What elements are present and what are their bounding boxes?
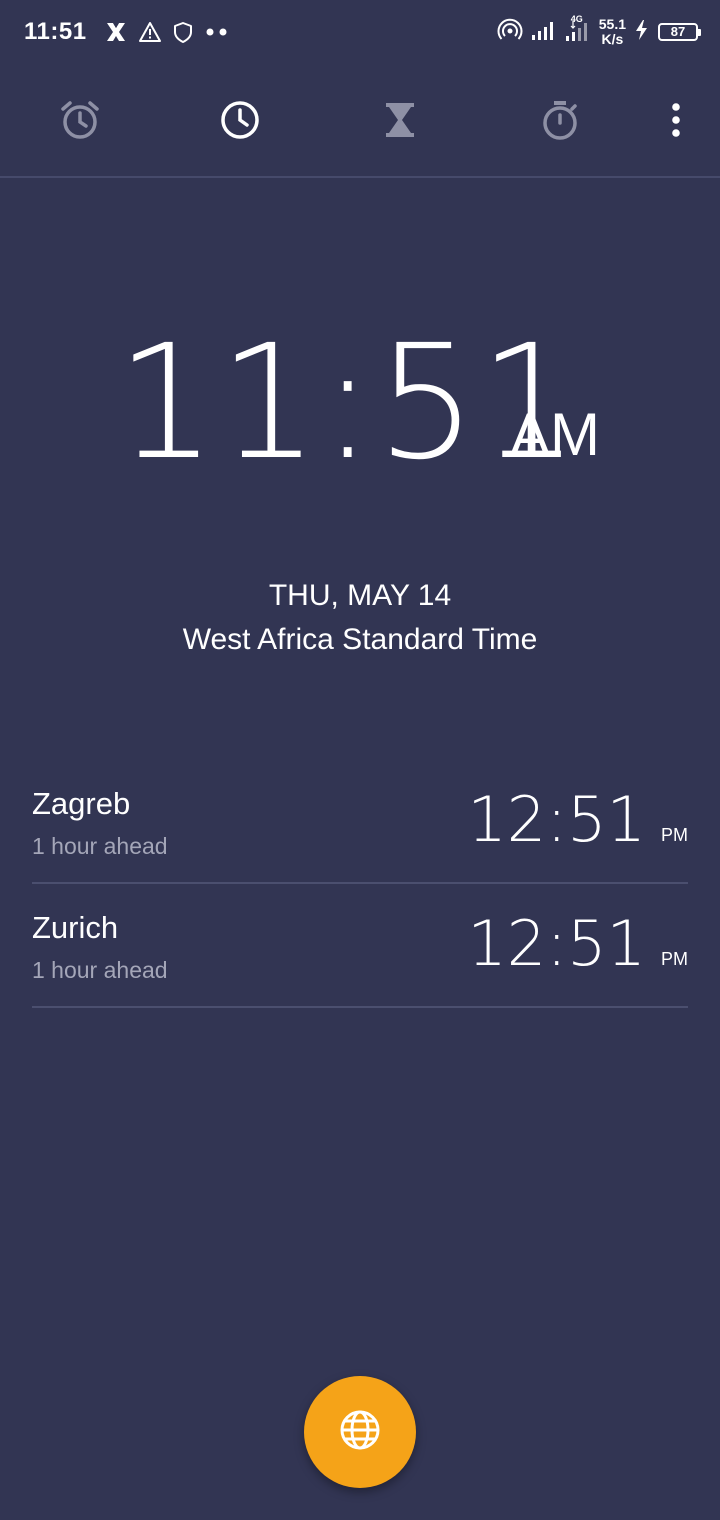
city-ampm: PM — [661, 825, 688, 845]
hourglass-icon — [378, 98, 422, 147]
tab-bar — [0, 64, 720, 176]
speed-value: 55.1 — [598, 16, 626, 32]
shield-icon — [172, 21, 194, 43]
hotspot-icon — [497, 17, 523, 48]
city-row-zurich[interactable]: Zurich 1 hour ahead 12:51 PM — [32, 884, 688, 1008]
main-clock: 11:51 AM — [0, 318, 720, 488]
tab-clock[interactable] — [208, 90, 272, 154]
signal-icon — [531, 18, 557, 47]
clock-icon — [218, 98, 262, 147]
city-row-zagreb[interactable]: Zagreb 1 hour ahead 12:51 PM — [32, 760, 688, 884]
city-ampm: PM — [661, 949, 688, 969]
network-speed: 55.1 K/s — [599, 17, 626, 47]
more-options-button[interactable] — [652, 90, 700, 154]
tab-stopwatch[interactable] — [528, 90, 592, 154]
battery-icon: 87 — [658, 23, 701, 41]
city-time: 12:51 — [467, 783, 646, 856]
globe-icon — [338, 1408, 382, 1457]
status-bar: 11:51 4G 55.1 K/s 87 — [0, 0, 720, 64]
tab-bar-divider — [0, 176, 720, 178]
more-vert-icon — [670, 102, 682, 143]
status-time: 11:51 — [24, 18, 87, 45]
clock-app-screen: 11:51 4G 55.1 K/s 87 11:51 AM THU, MAY 1… — [0, 0, 720, 1520]
main-timezone: West Africa Standard Time — [182, 623, 538, 656]
main-date: THU, MAY 14 — [268, 579, 452, 612]
city-offset: 1 hour ahead — [32, 957, 168, 983]
signal-4g-icon: 4G — [565, 13, 591, 48]
charging-icon — [634, 19, 650, 46]
tab-timer[interactable] — [368, 90, 432, 154]
city-name: Zurich — [32, 910, 119, 945]
battery-level: 87 — [670, 24, 686, 39]
city-name: Zagreb — [32, 786, 131, 821]
warning-icon — [138, 21, 162, 43]
add-city-button[interactable] — [304, 1376, 416, 1488]
alarm-icon — [58, 98, 102, 147]
world-clock-list: Zagreb 1 hour ahead 12:51 PM Zurich 1 ho… — [32, 760, 688, 1008]
x-app-icon — [104, 21, 128, 43]
network-type: 4G — [570, 13, 583, 24]
speed-unit: K/s — [601, 31, 624, 47]
main-ampm: AM — [510, 401, 600, 468]
city-time: 12:51 — [467, 907, 646, 980]
system-icons: 4G 55.1 K/s 87 — [497, 13, 701, 50]
tab-alarm[interactable] — [48, 90, 112, 154]
more-notifications-icon — [204, 21, 230, 43]
notification-icons — [104, 18, 230, 46]
stopwatch-icon — [538, 98, 582, 147]
city-offset: 1 hour ahead — [32, 833, 168, 859]
